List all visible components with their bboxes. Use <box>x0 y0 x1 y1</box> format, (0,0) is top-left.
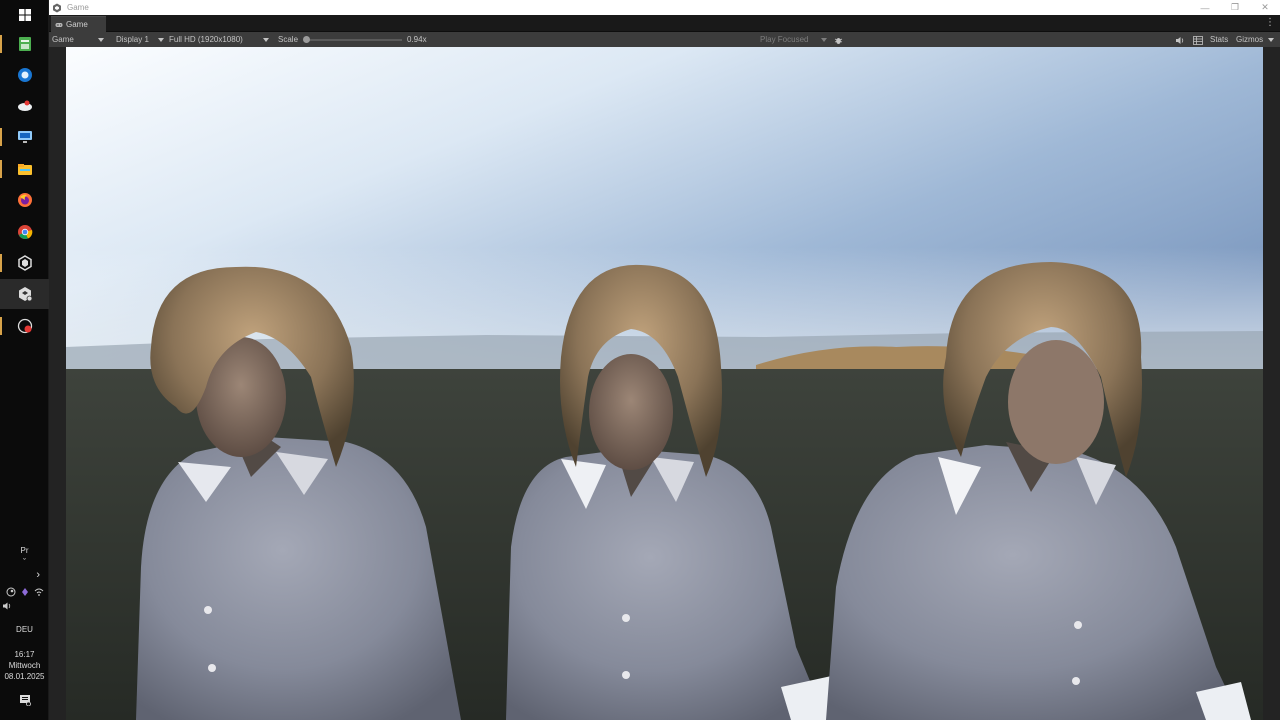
recorder-icon[interactable] <box>0 311 49 341</box>
tray-icons <box>1 587 49 597</box>
display-label: Display 1 <box>116 35 149 44</box>
clock-date[interactable]: 08.01.2025 <box>0 672 49 681</box>
chevron-down-icon[interactable]: ˇ <box>0 557 49 567</box>
language-indicator[interactable]: DEU <box>0 625 49 634</box>
pinned-indicator <box>0 254 2 272</box>
unity-game-window: Game — ❐ ✕ Game ⋮ Game Display 1 Full HD… <box>49 0 1280 720</box>
scale-slider-handle[interactable] <box>303 36 311 43</box>
pinned-indicator <box>0 35 2 53</box>
chrome-icon[interactable] <box>0 217 49 247</box>
clock-weekday[interactable]: Mittwoch <box>0 661 49 670</box>
gamepad-icon <box>55 22 63 27</box>
restore-button[interactable]: ❐ <box>1220 0 1250 15</box>
notification-icon[interactable] <box>19 694 31 708</box>
rendered-scene <box>66 47 1263 720</box>
chevron-down-icon <box>1268 37 1274 42</box>
monitor-app-icon[interactable] <box>0 122 49 152</box>
pinned-indicator <box>0 160 2 178</box>
unity-hub-icon[interactable] <box>0 248 49 278</box>
scale-slider-track[interactable] <box>305 39 402 41</box>
view-mode-label: Game <box>52 35 74 44</box>
unity-editor-icon[interactable] <box>0 279 49 309</box>
close-button[interactable]: ✕ <box>1250 0 1280 15</box>
minimize-button[interactable]: — <box>1190 0 1220 15</box>
system-tray: Pr ˇ › DEU 16:17 Mittwoch 08.01.2025 <box>0 540 49 720</box>
spreadsheet-app-icon[interactable] <box>0 29 49 59</box>
gizmos-button[interactable]: Gizmos <box>1236 32 1263 47</box>
editor-tabbar: Game ⋮ <box>49 15 1280 32</box>
volume-icon[interactable] <box>2 601 12 613</box>
chevron-down-icon <box>98 37 105 42</box>
play-mode-label: Play Focused <box>760 35 809 44</box>
windows-start-icon[interactable] <box>0 0 49 30</box>
unity-logo-icon <box>53 3 61 12</box>
viewport-letterbox-right <box>1263 47 1280 720</box>
scale-label: Scale <box>278 35 299 44</box>
stats-button[interactable]: Stats <box>1210 32 1228 47</box>
window-title: Game <box>67 3 89 12</box>
firefox-icon[interactable] <box>0 185 49 215</box>
tab-label: Game <box>66 20 88 29</box>
play-mode-dropdown[interactable]: Play Focused <box>760 32 827 47</box>
chevron-down-icon <box>820 37 827 42</box>
cloud-app-icon[interactable] <box>0 91 49 121</box>
purple-app-icon[interactable] <box>20 587 30 597</box>
window-titlebar[interactable]: Game — ❐ ✕ <box>49 0 1280 15</box>
viewport-letterbox-left <box>49 47 66 720</box>
resolution-dropdown[interactable]: Full HD (1920x1080) <box>169 32 270 47</box>
game-viewport[interactable] <box>66 47 1263 720</box>
tab-game[interactable]: Game <box>51 16 106 32</box>
pinned-indicator <box>0 128 2 146</box>
gizmos-dropdown[interactable] <box>1268 32 1274 47</box>
chevron-right-icon[interactable]: › <box>10 569 40 581</box>
tray-label: Pr <box>20 546 29 555</box>
file-explorer-icon[interactable] <box>0 154 49 184</box>
display-dropdown[interactable]: Display 1 <box>116 32 165 47</box>
clock-time[interactable]: 16:17 <box>0 650 49 659</box>
resolution-label: Full HD (1920x1080) <box>169 35 243 44</box>
scale-value: 0.94x <box>407 35 427 44</box>
pinned-indicator <box>0 317 2 335</box>
tab-menu-icon[interactable]: ⋮ <box>1265 16 1275 30</box>
windows-taskbar: Pr ˇ › DEU 16:17 Mittwoch 08.01.2025 <box>0 0 49 720</box>
view-mode-dropdown[interactable]: Game <box>52 32 105 47</box>
game-view-toolbar: Game Display 1 Full HD (1920x1080) Scale… <box>49 32 1280 47</box>
chevron-down-icon <box>158 37 165 42</box>
wifi-icon[interactable] <box>34 587 44 597</box>
blue-app-icon[interactable] <box>0 60 49 90</box>
steam-icon[interactable] <box>6 587 16 597</box>
chevron-down-icon <box>263 37 270 42</box>
